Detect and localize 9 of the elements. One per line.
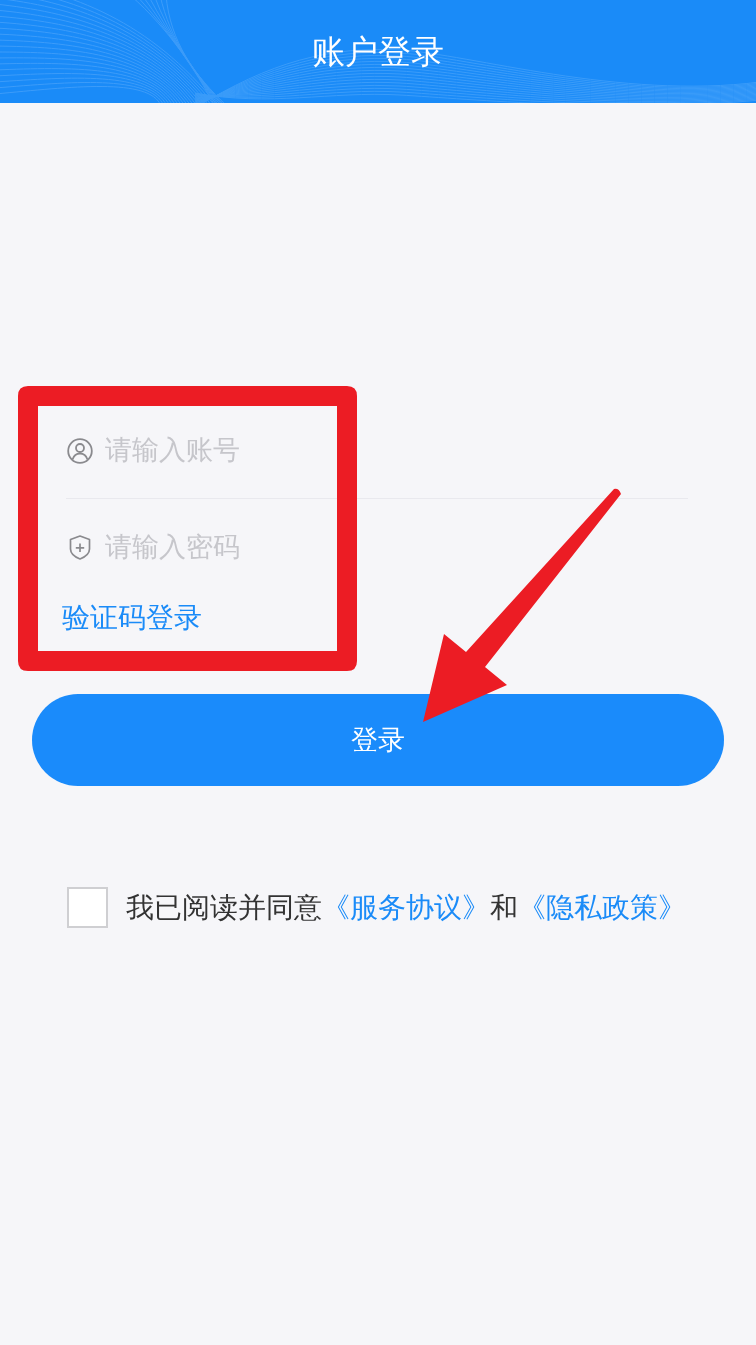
shield-icon (69, 534, 91, 560)
privacy-policy-link[interactable]: 《隐私政策》 (518, 890, 686, 924)
service-agreement-link[interactable]: 《服务协议》 (322, 890, 490, 924)
page-title: 账户登录 (312, 31, 444, 72)
agreement-text: 我已阅读并同意《服务协议》和《隐私政策》 (126, 889, 686, 926)
sms-login-link[interactable]: 验证码登录 (62, 600, 202, 637)
login-button[interactable]: 登录 (32, 694, 724, 787)
checkbox[interactable] (67, 887, 108, 929)
user-icon (67, 437, 93, 464)
